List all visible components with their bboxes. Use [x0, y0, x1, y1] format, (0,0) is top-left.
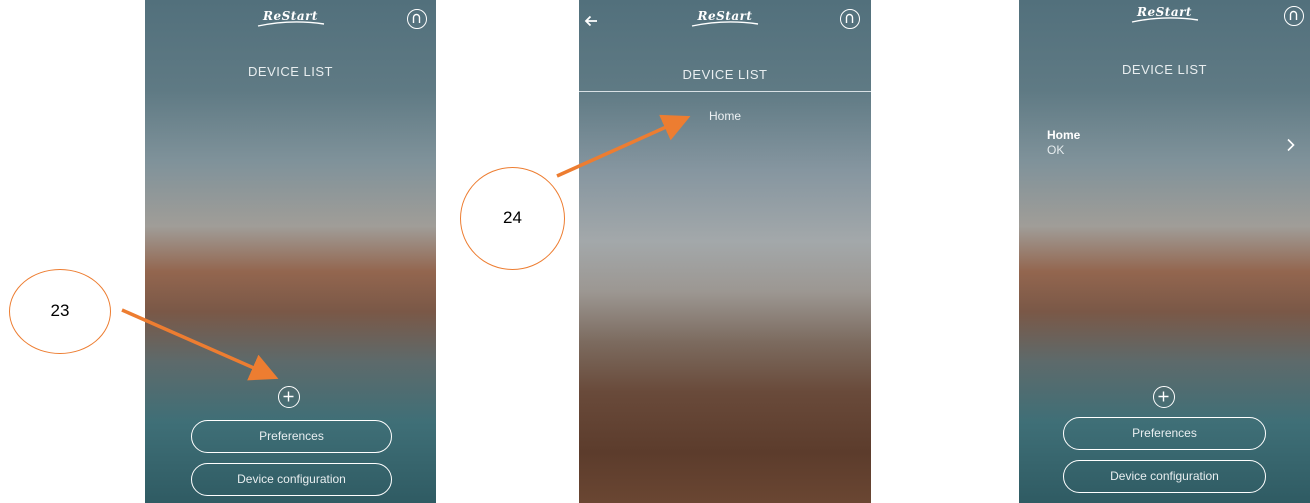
arrow-23: [121, 308, 279, 381]
arrow-24: [556, 114, 691, 178]
annotation-arrows: [121, 114, 691, 381]
